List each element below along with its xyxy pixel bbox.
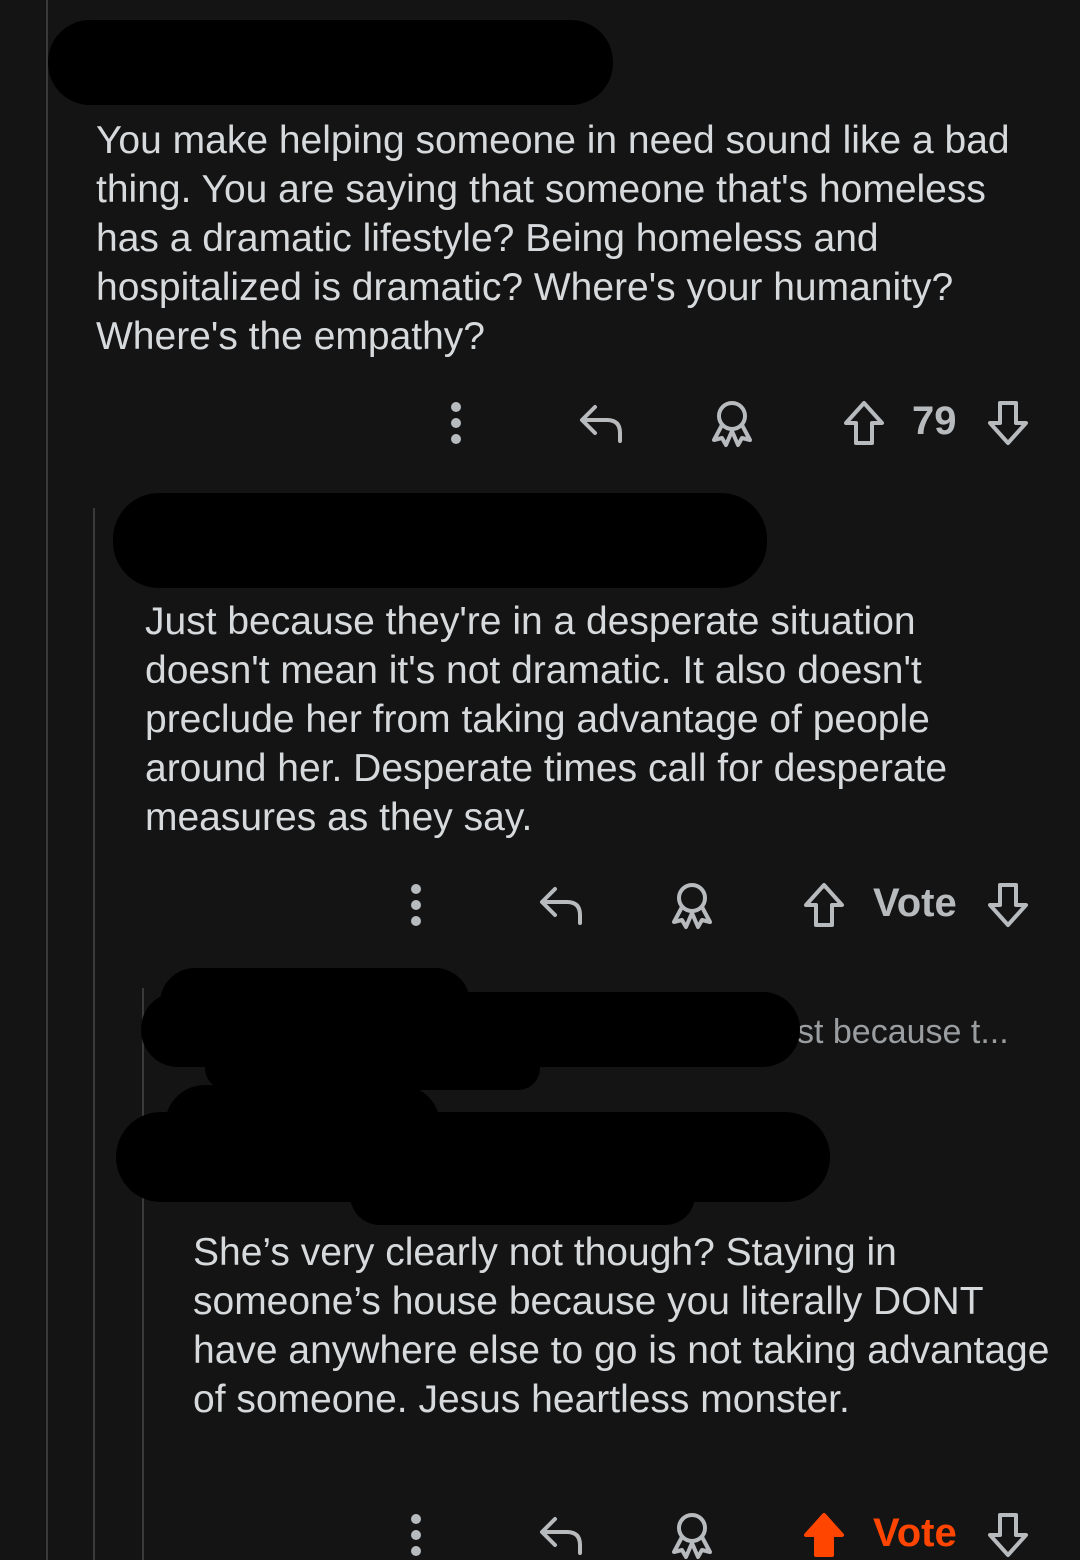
upvote-icon [804,883,844,927]
award-button[interactable] [664,875,720,935]
reply-icon [580,405,622,443]
thread-line-level-1 [46,0,48,1560]
downvote-button[interactable] [984,1505,1032,1560]
reply-button[interactable] [534,1505,588,1560]
award-icon [672,883,712,929]
comment-body: You make helping someone in need sound l… [96,116,1016,361]
upvote-button[interactable] [800,875,848,935]
comment-actions: 79 [0,393,1080,453]
upvote-button[interactable] [840,393,888,453]
downvote-button[interactable] [984,393,1032,453]
downvote-icon [988,401,1028,445]
award-button[interactable] [704,393,760,453]
comment-text: Just because they're in a desperate situ… [145,600,948,839]
vote-label: Vote [873,881,957,925]
comment-actions: Vote [0,875,1080,935]
upvote-icon [844,401,884,445]
more-vertical-icon [411,1514,421,1556]
more-vertical-icon [411,884,421,926]
award-icon [712,401,752,447]
comment-actions: Vote [0,1505,1080,1560]
parent-comment-preview[interactable]: st because t... [797,1013,1009,1052]
more-options-button[interactable] [436,393,476,453]
thread-line-level-2 [93,508,95,1560]
comment-text: She’s very clearly not though? Staying i… [193,1231,1050,1421]
downvote-button[interactable] [984,875,1032,935]
vote-label: Vote [873,1511,957,1555]
comment-text: You make helping someone in need sound l… [96,119,1010,358]
award-icon [672,1513,712,1559]
reply-button[interactable] [574,393,628,453]
downvote-icon [988,1513,1028,1557]
redacted-username [205,1045,540,1090]
more-vertical-icon [451,402,461,444]
thread-line-level-3 [142,988,144,1560]
more-options-button[interactable] [396,875,436,935]
upvote-button-active[interactable] [800,1505,848,1560]
reply-icon [540,1517,582,1555]
reply-icon [540,887,582,925]
reply-button[interactable] [534,875,588,935]
award-button[interactable] [664,1505,720,1560]
downvote-icon [988,883,1028,927]
upvote-filled-icon [804,1513,844,1557]
score-label: 79 [912,399,957,443]
more-options-button[interactable] [396,1505,436,1560]
comment-body: Just because they're in a desperate situ… [145,597,1025,842]
comment-body: She’s very clearly not though? Staying i… [193,1228,1053,1424]
redacted-username [48,20,613,105]
redacted-username [113,493,767,588]
redacted-flair [350,1165,695,1225]
